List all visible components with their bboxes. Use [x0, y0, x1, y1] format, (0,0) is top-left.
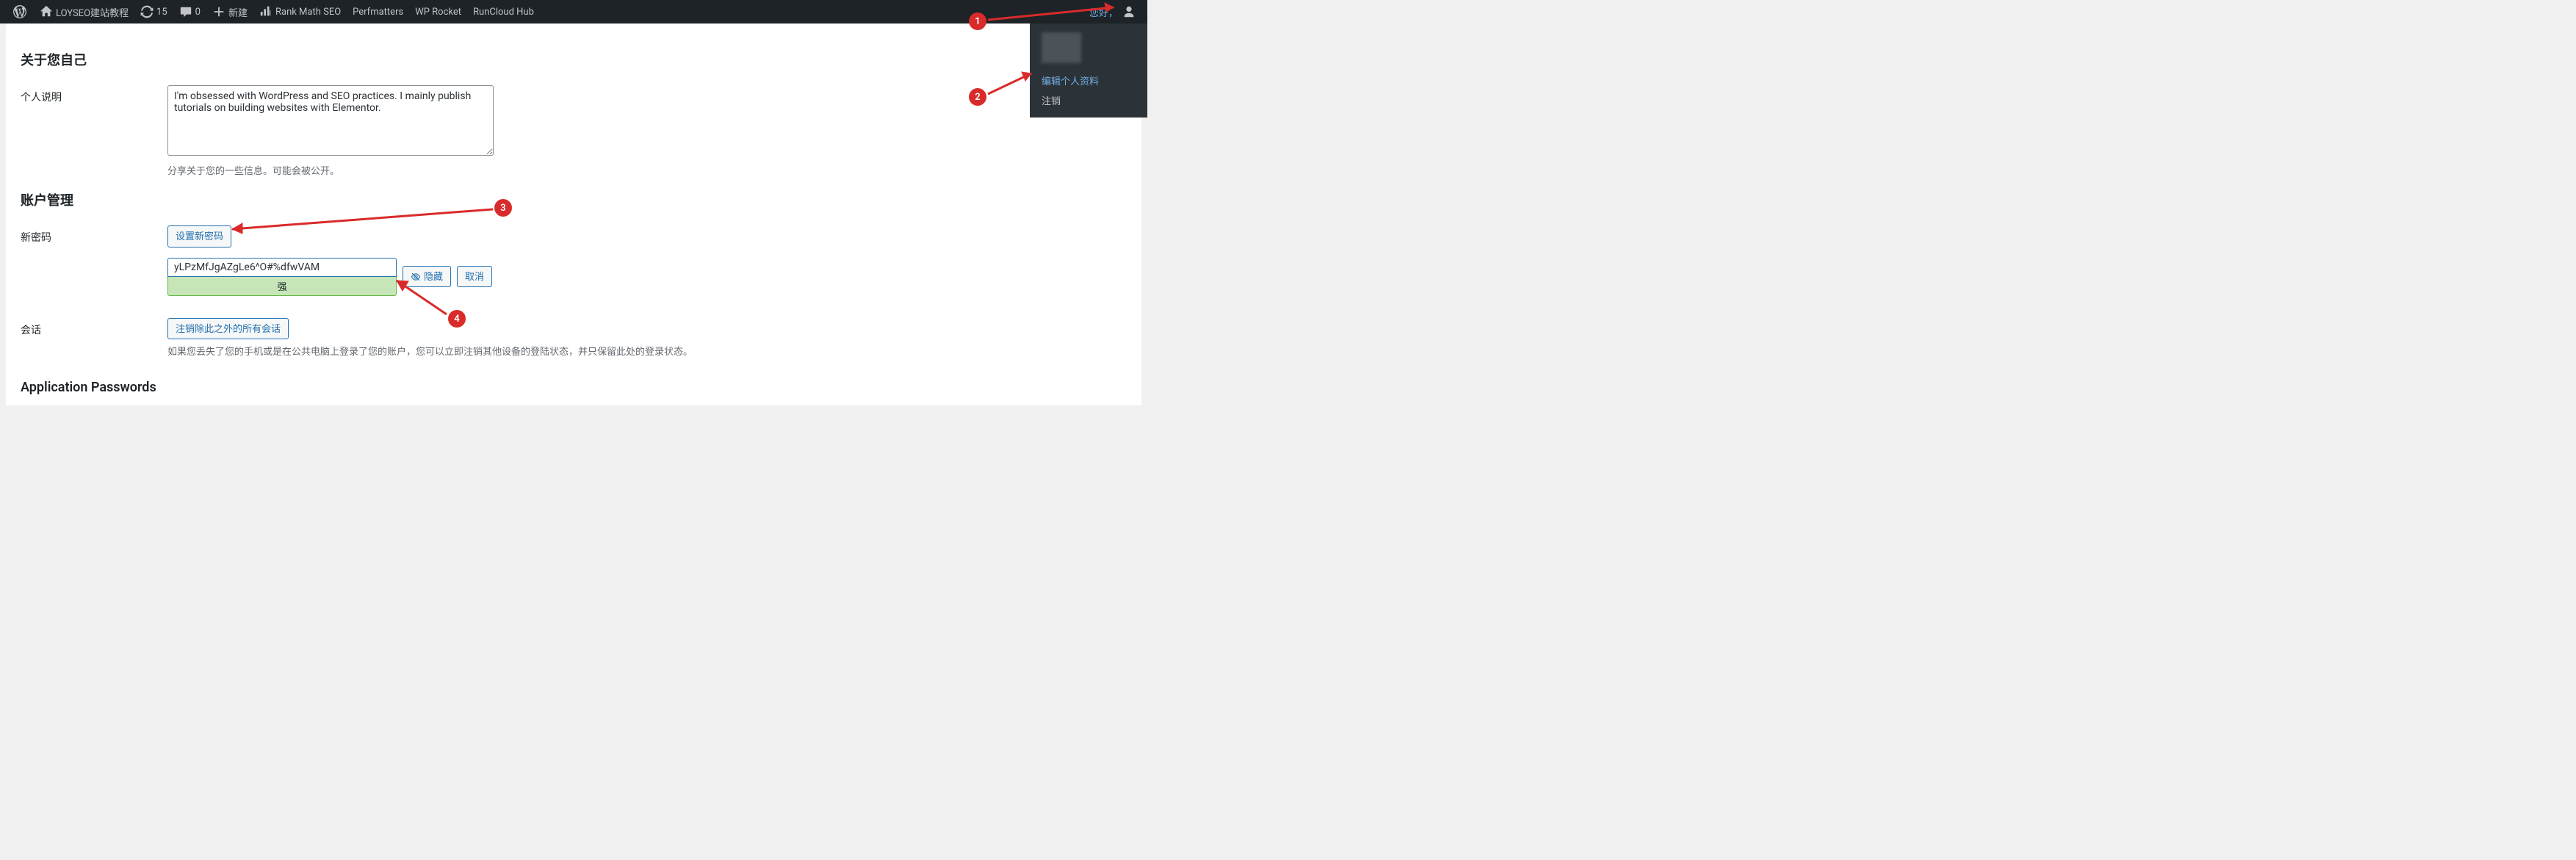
updates-count: 15	[156, 7, 167, 18]
section-app-passwords: Application Passwords	[21, 380, 1127, 395]
runcloud-link[interactable]: RunCloud Hub	[467, 0, 540, 24]
site-title: LOYSEO建站教程	[56, 5, 129, 19]
profile-form: 关于您自己 个人说明 I'm obsessed with WordPress a…	[6, 24, 1141, 405]
logout-link[interactable]: 注销	[1042, 90, 1136, 110]
rankmath-link[interactable]: Rank Math SEO	[253, 0, 347, 24]
perfmatters-link[interactable]: Perfmatters	[347, 0, 409, 24]
sessions-help-text: 如果您丢失了您的手机或是在公共电脑上登录了您的账户，您可以立即注销其他设备的登陆…	[167, 344, 693, 358]
new-content-link[interactable]: 新建	[206, 0, 253, 24]
chart-icon	[259, 5, 273, 18]
plus-icon	[212, 5, 226, 18]
comments-count: 0	[195, 7, 201, 18]
eye-slash-icon	[411, 272, 421, 282]
bio-label: 个人说明	[21, 85, 167, 104]
logout-everywhere-button[interactable]: 注销除此之外的所有会话	[167, 318, 289, 340]
comment-icon	[179, 5, 192, 18]
new-label: 新建	[228, 5, 248, 19]
section-about-yourself: 关于您自己	[21, 50, 1127, 69]
nav-item-label: Rank Math SEO	[275, 7, 341, 18]
sessions-label: 会话	[21, 318, 167, 337]
wprocket-link[interactable]: WP Rocket	[409, 0, 467, 24]
greeting-text: 您好，	[1089, 5, 1122, 19]
user-account-link[interactable]: 您好，	[1083, 0, 1141, 24]
admin-bar: LOYSEO建站教程 15 0 新建 Rank Math SEO Perfmat…	[0, 0, 1147, 24]
comments-link[interactable]: 0	[173, 0, 206, 24]
refresh-icon	[140, 5, 154, 18]
password-strength-meter: 强	[167, 277, 397, 296]
site-name-link[interactable]: LOYSEO建站教程	[34, 0, 134, 24]
password-input[interactable]	[167, 258, 397, 277]
set-new-password-button[interactable]: 设置新密码	[167, 225, 231, 247]
section-account-mgmt: 账户管理	[21, 190, 1127, 209]
updates-link[interactable]: 15	[134, 0, 173, 24]
user-dropdown-menu: 编辑个人资料 注销	[1030, 24, 1147, 118]
bio-help-text: 分享关于您的一些信息。可能会被公开。	[167, 163, 494, 177]
edit-profile-link[interactable]: 编辑个人资料	[1042, 71, 1136, 90]
wp-logo-icon[interactable]	[6, 0, 34, 24]
bio-textarea[interactable]: I'm obsessed with WordPress and SEO prac…	[167, 85, 494, 156]
hide-password-button[interactable]: 隐藏	[403, 266, 451, 288]
user-icon	[1122, 5, 1136, 18]
home-icon	[40, 5, 53, 18]
hide-label: 隐藏	[424, 270, 443, 284]
avatar	[1042, 32, 1081, 63]
cancel-password-button[interactable]: 取消	[457, 266, 492, 288]
new-password-label: 新密码	[21, 225, 167, 245]
